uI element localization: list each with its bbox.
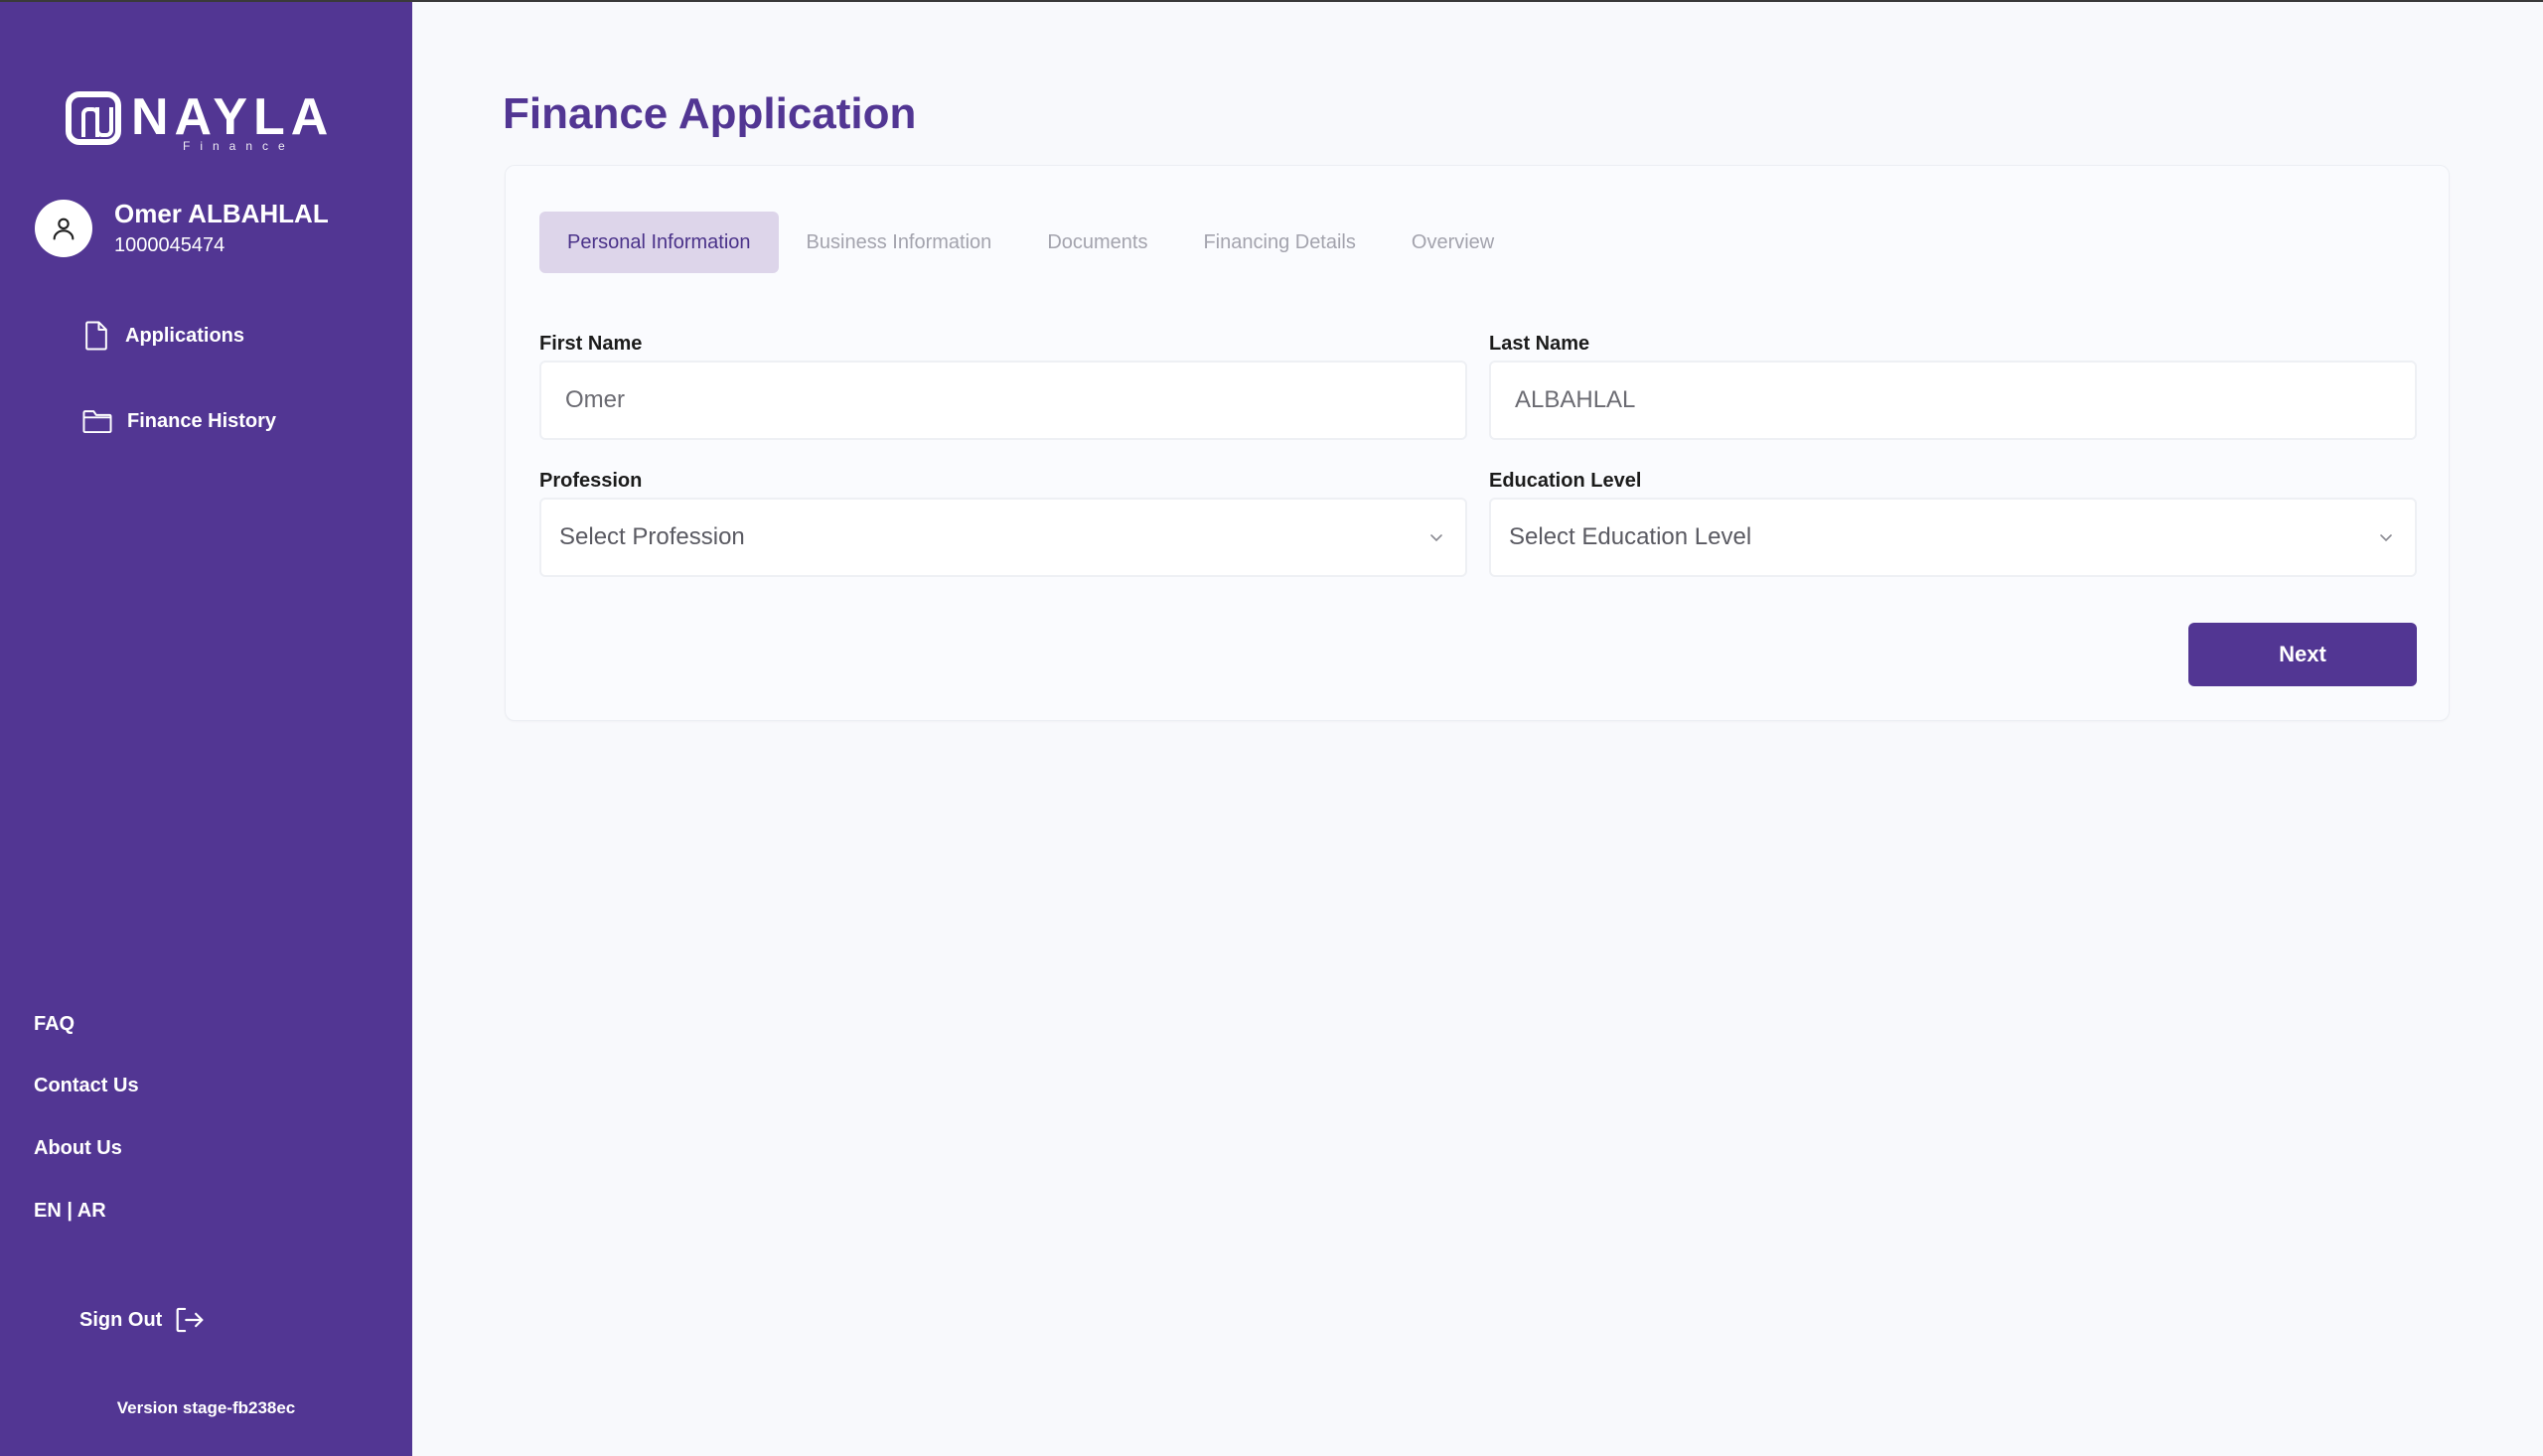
faq-link[interactable]: FAQ <box>34 1013 75 1036</box>
profession-placeholder: Select Profession <box>559 523 745 550</box>
sign-out-button[interactable]: Sign Out <box>79 1305 206 1335</box>
window-top-border <box>0 0 2543 2</box>
contact-us-link[interactable]: Contact Us <box>34 1075 139 1097</box>
lang-en-link[interactable]: EN <box>34 1200 62 1222</box>
profession-select[interactable]: Select Profession <box>539 498 1467 577</box>
language-switcher: EN | AR <box>34 1200 106 1223</box>
sign-out-label: Sign Out <box>79 1308 163 1331</box>
tab-business-information[interactable]: Business Information <box>779 212 1020 273</box>
application-form-card: Personal Information Business Informatio… <box>505 165 2450 721</box>
brand-logo[interactable]: NAYLA Finance <box>66 87 344 153</box>
profession-label: Profession <box>539 470 643 492</box>
form-tabs: Personal Information Business Informatio… <box>539 212 1522 273</box>
sidebar-item-finance-history[interactable]: Finance History <box>81 401 276 441</box>
user-name: Omer ALBAHLAL <box>114 199 329 228</box>
lang-ar-link[interactable]: AR <box>77 1200 106 1222</box>
about-us-link[interactable]: About Us <box>34 1137 122 1160</box>
tab-documents[interactable]: Documents <box>1019 212 1175 273</box>
brand-name: NAYLA <box>131 88 335 146</box>
chevron-down-icon <box>1430 534 1442 542</box>
next-button[interactable]: Next <box>2188 623 2417 686</box>
chevron-down-icon <box>2380 534 2392 542</box>
user-icon <box>53 218 75 240</box>
sign-out-icon <box>176 1307 204 1333</box>
sidebar: NAYLA Finance Omer ALBAHLAL 1000045474 A… <box>0 0 412 1456</box>
brand-tagline: Finance <box>183 139 295 153</box>
user-id: 1000045474 <box>114 234 225 256</box>
version-label: Version stage-fb238ec <box>116 1398 296 1417</box>
logo-mark-icon <box>66 91 121 145</box>
last-name-input[interactable] <box>1489 361 2417 440</box>
last-name-label: Last Name <box>1489 333 1590 355</box>
sidebar-item-label: Finance History <box>127 409 277 432</box>
page-title: Finance Application <box>503 89 917 138</box>
sidebar-item-applications[interactable]: Applications <box>81 316 244 356</box>
education-level-select[interactable]: Select Education Level <box>1489 498 2417 577</box>
first-name-input[interactable] <box>539 361 1467 440</box>
folder-icon <box>82 410 112 434</box>
sidebar-item-label: Applications <box>125 324 245 347</box>
file-icon <box>85 321 107 351</box>
education-level-placeholder: Select Education Level <box>1509 523 1752 550</box>
avatar[interactable] <box>35 200 92 257</box>
lang-separator: | <box>67 1200 73 1222</box>
first-name-label: First Name <box>539 333 643 355</box>
education-level-label: Education Level <box>1489 470 1642 492</box>
tab-personal-information[interactable]: Personal Information <box>539 212 779 273</box>
tab-overview[interactable]: Overview <box>1384 212 1522 273</box>
tab-financing-details[interactable]: Financing Details <box>1175 212 1383 273</box>
